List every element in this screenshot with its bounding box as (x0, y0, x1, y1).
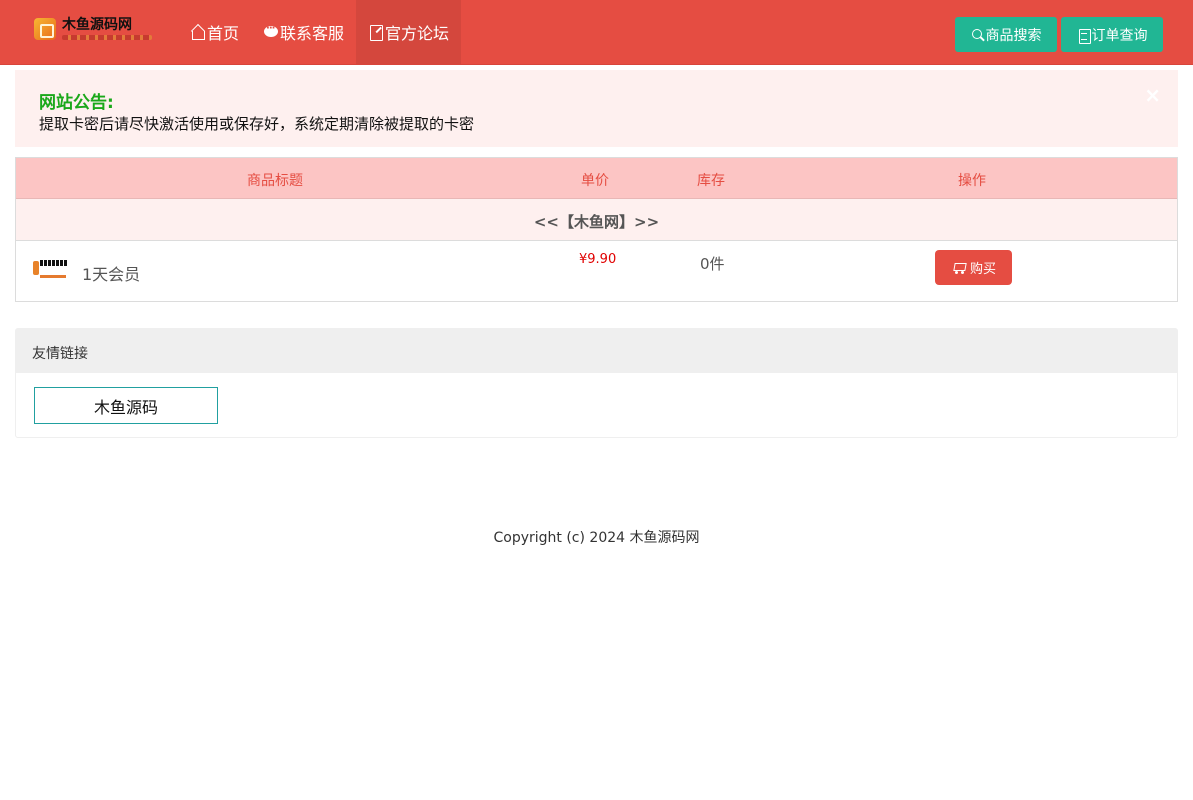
logo-text: 木鱼源码网 (62, 17, 132, 33)
nav-item-home[interactable]: 首页 (178, 0, 251, 64)
notice-text: 提取卡密后请尽快激活使用或保存好，系统定期清除被提取的卡密 (39, 115, 475, 133)
order-query-label: 订单查询 (1091, 27, 1148, 44)
product-search-label: 商品搜索 (985, 27, 1042, 44)
main-nav: 首页 联系客服 官方论坛 (178, 0, 462, 64)
nav-item-official-forum[interactable]: 官方论坛 (356, 0, 462, 64)
category-row: <<【木鱼网】>> (16, 199, 1177, 241)
chat-icon (263, 23, 279, 40)
friend-links-panel: 友情链接 木鱼源码 (15, 328, 1178, 438)
nav-item-label: 首页 (207, 24, 240, 43)
clipboard-icon (1077, 28, 1091, 44)
friend-links-title: 友情链接 (32, 346, 88, 362)
header-unit-price: 单价 (581, 173, 609, 189)
product-stock: 0件 (700, 255, 725, 273)
order-query-button[interactable]: 订单查询 (1061, 17, 1163, 52)
nav-item-label: 联系客服 (280, 24, 345, 43)
logo-icon (34, 18, 56, 40)
product-search-button[interactable]: 商品搜索 (955, 17, 1057, 52)
search-icon (971, 28, 985, 42)
product-thumbnail (32, 256, 70, 286)
buy-button[interactable]: 购买 (935, 250, 1012, 285)
table-header: 商品标题 单价 库存 操作 (16, 158, 1177, 199)
category-label: <<【木鱼网】>> (533, 213, 660, 231)
notice-title: 网站公告: (39, 93, 114, 113)
footer-copyright: Copyright (c) 2024 木鱼源码网 (493, 530, 700, 546)
home-icon (190, 24, 206, 40)
forum-icon (368, 24, 384, 41)
product-table: 商品标题 单价 库存 操作 <<【木鱼网】>> 1天会员 ¥9.90 0件 购买 (15, 157, 1178, 302)
close-icon[interactable]: × (1144, 84, 1161, 106)
friend-link[interactable]: 木鱼源码 (34, 387, 218, 424)
site-notice: 网站公告: 提取卡密后请尽快激活使用或保存好，系统定期清除被提取的卡密 × (15, 70, 1178, 147)
header-product-title: 商品标题 (247, 173, 303, 189)
nav-item-label: 官方论坛 (385, 24, 450, 43)
product-price: ¥9.90 (579, 252, 617, 267)
nav-item-contact-support[interactable]: 联系客服 (251, 0, 356, 64)
header-stock: 库存 (697, 173, 725, 189)
cart-icon (951, 261, 966, 274)
site-logo[interactable]: 木鱼源码网 (34, 14, 154, 46)
buy-button-label: 购买 (969, 262, 996, 277)
friend-links-header: 友情链接 (16, 329, 1177, 373)
product-name: 1天会员 (82, 265, 141, 284)
top-navbar: 木鱼源码网 首页 联系客服 官方论坛 商品搜索 订单查询 (0, 0, 1193, 65)
header-action: 操作 (958, 173, 986, 189)
table-row: 1天会员 ¥9.90 0件 购买 (16, 241, 1177, 301)
logo-tagline-graphic (62, 35, 152, 40)
